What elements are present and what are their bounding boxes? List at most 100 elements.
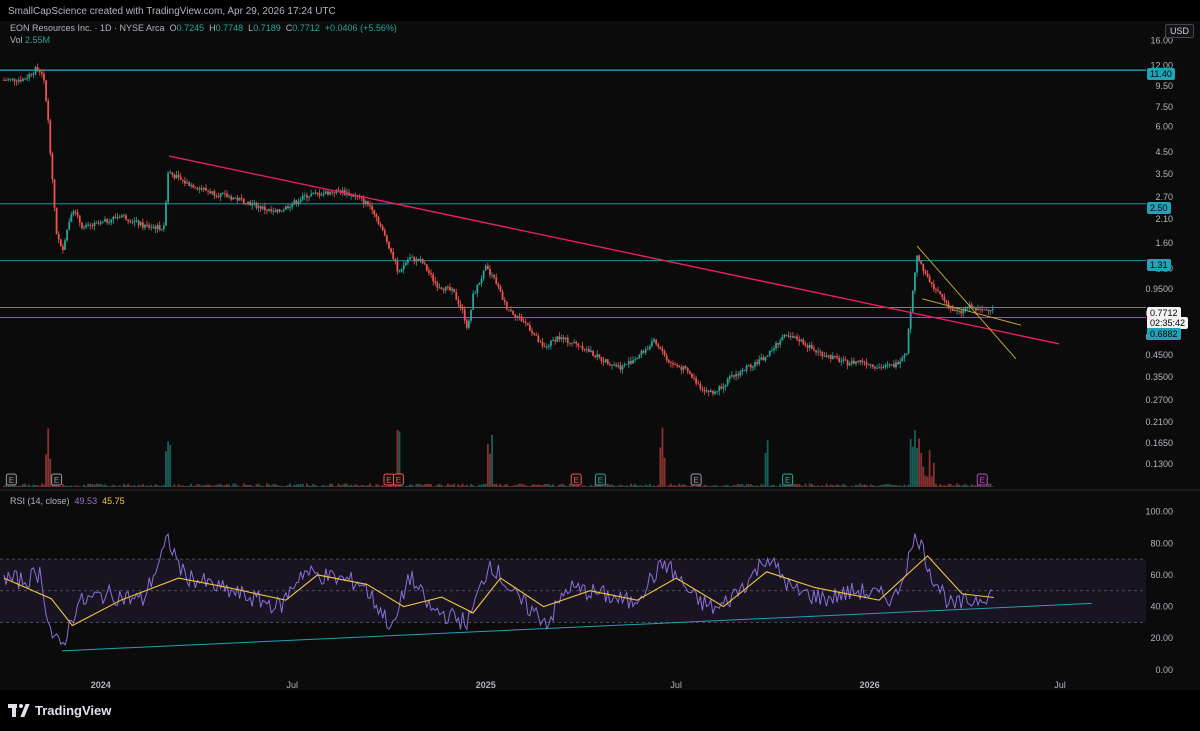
candle-body <box>104 219 106 222</box>
candle-body <box>331 191 334 193</box>
candle-body <box>648 346 651 349</box>
candle-body <box>800 339 803 342</box>
candle-body <box>491 274 493 276</box>
candle-body <box>221 192 224 194</box>
volume-bar <box>219 484 222 487</box>
candle-body <box>158 225 161 230</box>
price-axis-tick: 9.50 <box>1155 81 1173 91</box>
volume-bar <box>543 484 546 487</box>
volume-bar <box>547 484 550 487</box>
candle-body <box>463 309 466 321</box>
candle-body <box>827 355 830 357</box>
volume-bar <box>514 484 517 487</box>
candle-body <box>606 359 609 365</box>
candle-body <box>364 201 367 204</box>
volume-bar <box>57 485 60 487</box>
candle-body <box>78 215 81 223</box>
price-chart[interactable]: 16.0012.009.507.506.004.503.502.702.101.… <box>0 21 1200 491</box>
candle-body <box>787 335 790 337</box>
volume-bar <box>838 485 841 487</box>
volume-bar <box>106 485 108 487</box>
volume-bar <box>413 486 416 487</box>
volume-bar <box>480 484 483 487</box>
volume-bar <box>68 486 71 487</box>
candle-body <box>791 336 794 338</box>
volume-bar <box>411 484 414 487</box>
volume-bar <box>646 485 649 487</box>
candle-body <box>547 345 550 347</box>
volume-bar <box>308 485 310 487</box>
candle-body <box>83 227 85 229</box>
volume-bar <box>198 484 201 487</box>
candle-body <box>794 336 796 338</box>
candle-body <box>442 289 445 291</box>
rsi-axis-tick: 0.00 <box>1155 665 1173 675</box>
volume-bar <box>459 485 462 487</box>
volume-bar <box>474 486 477 487</box>
candle-body <box>234 197 237 199</box>
volume-bar <box>867 486 870 487</box>
candle-body <box>367 201 369 205</box>
volume-bar <box>375 484 378 487</box>
currency-button[interactable]: USD <box>1164 24 1194 38</box>
candle-body <box>699 383 702 389</box>
change-value: +0.0406 (+5.56%) <box>324 23 397 33</box>
tradingview-logo: TradingView <box>8 703 111 718</box>
volume-bar <box>40 483 43 487</box>
candle-body <box>808 344 811 348</box>
candle-body <box>747 365 750 367</box>
candle-body <box>522 321 525 322</box>
volume-bar <box>468 486 470 487</box>
volume-bar <box>64 485 66 487</box>
volume-bar <box>49 458 52 487</box>
volume-bar <box>554 486 557 487</box>
volume-bar <box>520 483 523 487</box>
candle-body <box>657 344 660 347</box>
volume-bar <box>463 485 466 487</box>
volume-bar <box>114 485 117 487</box>
volume-bar <box>857 485 860 487</box>
candle-body <box>301 195 304 200</box>
candle-body <box>47 100 50 121</box>
rsi-chart[interactable]: 100.00 80.00 60.00 40.00 20.00 0.00 <box>0 491 1200 686</box>
candle-body <box>388 241 390 249</box>
candle-body <box>175 174 178 179</box>
candle-body <box>512 310 514 315</box>
rsi-label: RSI (14, close) <box>10 496 70 506</box>
candle-body <box>106 219 108 223</box>
volume-bar <box>947 483 950 487</box>
time-axis-tick: 2025 <box>476 680 496 690</box>
candle-body <box>486 265 489 269</box>
volume-bar <box>758 486 761 487</box>
candle-body <box>560 337 563 340</box>
volume-bar <box>341 484 344 487</box>
volume-bar <box>343 483 346 487</box>
volume-bar <box>579 486 582 487</box>
candle-body <box>600 357 603 361</box>
candle-body <box>590 350 592 352</box>
candle-body <box>892 364 895 368</box>
candle-body <box>62 246 64 250</box>
candle-body <box>184 180 186 184</box>
volume-bar <box>245 484 247 487</box>
candle-body <box>148 225 151 228</box>
volume-bar <box>318 486 321 487</box>
volume-bar <box>842 483 845 487</box>
candle-body <box>627 360 630 365</box>
candle-body <box>587 349 590 352</box>
volume-bar <box>802 486 805 487</box>
candle-body <box>152 226 155 228</box>
volume-bar <box>497 485 500 487</box>
volume-bar <box>505 483 508 487</box>
volume-bar <box>268 484 270 487</box>
volume-bar <box>625 485 628 487</box>
volume-bar <box>886 484 889 487</box>
trendline <box>168 155 1060 345</box>
candle-body <box>953 309 956 311</box>
candle-body <box>634 359 637 361</box>
candle-body <box>379 224 382 227</box>
candle-body <box>70 214 73 222</box>
volume-bar <box>232 483 235 487</box>
candle-body <box>897 362 899 364</box>
volume-bar <box>831 485 834 487</box>
